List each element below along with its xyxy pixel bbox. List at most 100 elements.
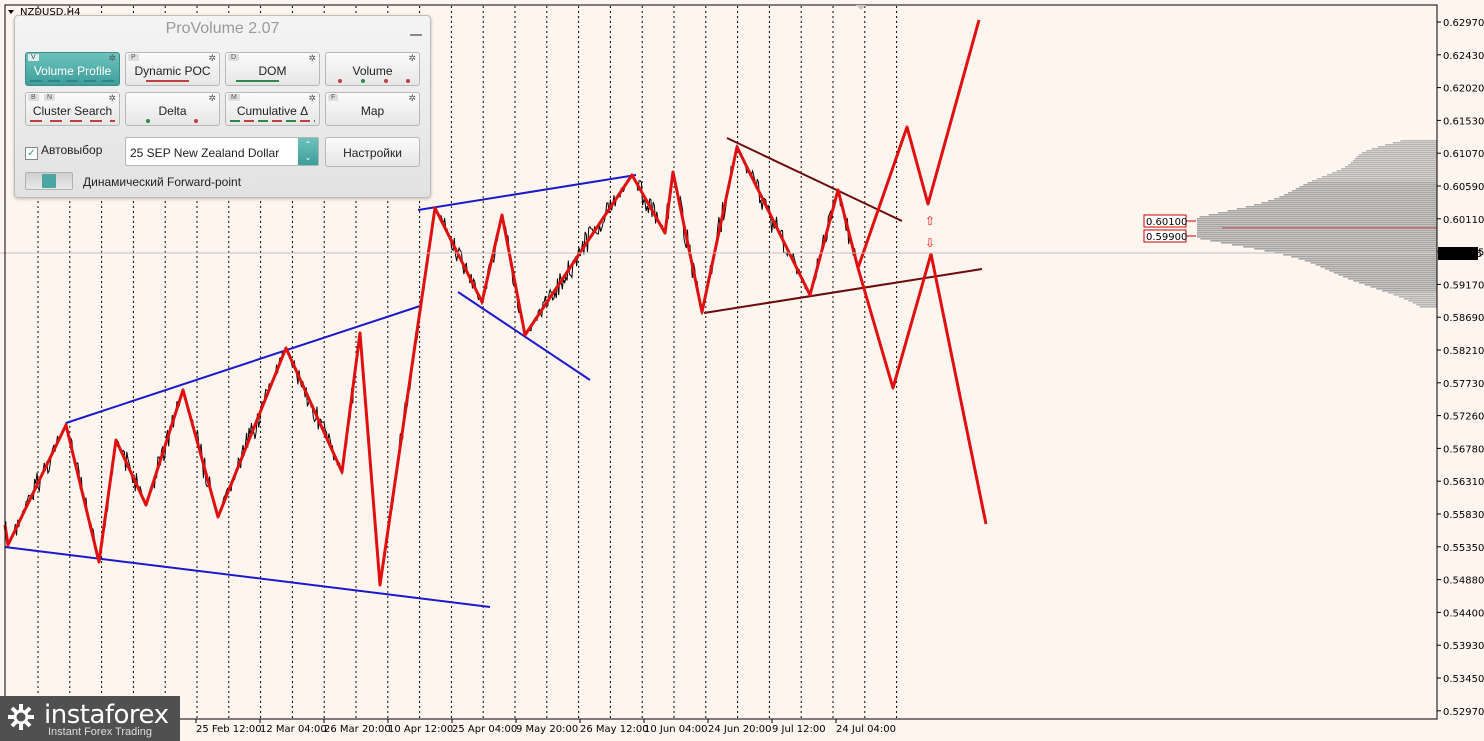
- volume-profile-bar: [1392, 142, 1437, 144]
- volume-profile-bar: [1197, 222, 1437, 224]
- settings-button[interactable]: Настройки: [325, 137, 420, 167]
- gear-icon[interactable]: ✲: [108, 93, 116, 104]
- volume-profile-bar: [1333, 272, 1437, 274]
- forecast-path-down: [856, 252, 988, 525]
- volume-profile-bar: [1199, 216, 1437, 218]
- volume-profile-bar: [1197, 226, 1437, 228]
- volume-profile-bar: [1341, 168, 1437, 170]
- volume-profile-bar: [1221, 242, 1437, 244]
- checkbox-box[interactable]: ✓: [25, 147, 38, 160]
- gear-icon[interactable]: ✲: [408, 93, 416, 104]
- volume-profile-bar: [1288, 192, 1437, 194]
- map-button[interactable]: F ✲ Map: [325, 92, 420, 126]
- date-tick-label: 9 Jul 12:00: [772, 724, 826, 735]
- volume-profile-bar: [1304, 260, 1437, 262]
- cumulative-delta-button[interactable]: M ✲ Cumulative Δ: [225, 92, 320, 126]
- volume-profile-bar: [1326, 174, 1437, 176]
- volume-profile-bar: [1393, 294, 1437, 296]
- volume-profile-bar: [1376, 288, 1437, 290]
- svg-text:⇩: ⇩: [925, 236, 935, 250]
- volume-profile-bar: [1348, 278, 1437, 280]
- volume-profile-bar: [1197, 224, 1437, 226]
- price-tick-label: 0.57260: [1443, 412, 1484, 423]
- date-axis: 25 Feb 12:0012 Mar 04:0026 Mar 20:0010 A…: [195, 719, 896, 735]
- date-tick-label: 25 Apr 04:00: [452, 724, 517, 735]
- volume-button[interactable]: ✲ Volume: [325, 52, 420, 86]
- gear-icon[interactable]: ✲: [208, 53, 216, 64]
- volume-profile-bar: [1264, 250, 1437, 252]
- volume-profile-bar: [1350, 162, 1437, 164]
- arrow-down-icon: ⇩: [925, 236, 935, 250]
- volume-profile-bar: [1245, 206, 1437, 208]
- price-tick-label: 0.54880: [1443, 576, 1484, 587]
- volume-profile-bar: [1398, 296, 1437, 298]
- volume-profile-bar: [1243, 246, 1437, 248]
- volume-profile-bar: [1353, 280, 1437, 282]
- button-label: Delta: [158, 104, 187, 118]
- button-label: Map: [360, 104, 385, 118]
- instaforex-logo: instaforex Instant Forex Trading: [0, 696, 180, 741]
- indicator-bar: [146, 80, 189, 82]
- indicator-dot: [406, 79, 410, 83]
- cluster-search-button[interactable]: B N ✲ Cluster Search: [25, 92, 120, 126]
- volume-profile-bar: [1356, 156, 1437, 158]
- autoselect-checkbox[interactable]: ✓ Автовыбор: [25, 143, 102, 160]
- logo-subtitle: Instant Forex Trading: [48, 726, 152, 738]
- autoselect-label: Автовыбор: [41, 143, 103, 157]
- gear-icon[interactable]: ✲: [308, 53, 316, 64]
- gear-icon[interactable]: ✲: [108, 53, 116, 64]
- indicator-dot: [146, 119, 150, 123]
- date-tick-label: 25 Feb 12:00: [196, 724, 262, 735]
- volume-profile-bar: [1358, 282, 1437, 284]
- price-tick-label: 0.56780: [1443, 444, 1484, 455]
- volume-profile-bar: [1291, 190, 1437, 192]
- trendline: [4, 546, 491, 608]
- volume-profile-bar: [1364, 284, 1437, 286]
- volume-profile-bar: [1385, 144, 1437, 146]
- price-tick-label: 0.54400: [1443, 608, 1484, 619]
- date-tick-label: 26 May 12:00: [580, 724, 649, 735]
- minimize-icon[interactable]: [410, 26, 422, 36]
- instrument-select[interactable]: 25 SEP New Zealand Dollar ⌃ ⌄: [125, 137, 319, 166]
- spinner-icon[interactable]: ⌃ ⌄: [298, 138, 318, 165]
- delta-button[interactable]: ✲ Delta: [125, 92, 220, 126]
- button-label: Volume: [352, 64, 393, 78]
- date-tick-label: 10 Jun 04:00: [644, 724, 708, 735]
- button-label: Настройки: [343, 146, 402, 160]
- volume-profile-bar: [1320, 266, 1437, 268]
- volume-profile-bar: [1197, 220, 1437, 222]
- dropdown-arrow-icon[interactable]: [8, 10, 14, 14]
- gear-icon[interactable]: ✲: [308, 93, 316, 104]
- volume-profile-bar: [1329, 270, 1437, 272]
- volume-profile-bar: [1254, 248, 1437, 250]
- volume-profile-bar: [1377, 146, 1437, 148]
- volume-profile-bar: [1200, 238, 1437, 240]
- forward-point-toggle[interactable]: Динамический Forward-point: [25, 172, 241, 190]
- volume-profile-bar: [1232, 244, 1437, 246]
- dom-button[interactable]: D ✲ DOM: [225, 52, 320, 86]
- volume-profile-bar: [1197, 236, 1437, 238]
- volume-profile-button[interactable]: V ✲ Volume Profile: [25, 52, 120, 86]
- volume-profile-bar: [1324, 268, 1437, 270]
- current-price-label: 0.59655: [1441, 249, 1482, 260]
- hotkey-tag: D: [228, 54, 240, 61]
- indicator-bar: [230, 120, 315, 122]
- provolume-panel: ProVolume 2.07 V ✲ Volume Profile P ✲ Dy…: [14, 15, 431, 198]
- gear-icon[interactable]: ✲: [408, 53, 416, 64]
- gear-icon[interactable]: ✲: [208, 93, 216, 104]
- volume-profile-bar: [1299, 186, 1437, 188]
- date-tick-label: 10 Apr 12:00: [388, 724, 453, 735]
- volume-profile-bar: [1338, 274, 1437, 276]
- price-tick-label: 0.58690: [1443, 313, 1484, 324]
- volume-profile-bar: [1310, 262, 1437, 264]
- volume-profile-bar: [1291, 256, 1437, 258]
- volume-profile-bar: [1419, 306, 1437, 308]
- volume-profile-bar: [1403, 298, 1437, 300]
- hotkey-tag: P: [128, 54, 139, 61]
- logo-mark-icon: [8, 704, 34, 730]
- toggle-switch[interactable]: [25, 172, 73, 190]
- volume-profile-bar: [1311, 180, 1437, 182]
- date-tick-label: 24 Jun 20:00: [708, 724, 772, 735]
- dynamic-poc-button[interactable]: P ✲ Dynamic POC: [125, 52, 220, 86]
- volume-profile-bar: [1298, 258, 1437, 260]
